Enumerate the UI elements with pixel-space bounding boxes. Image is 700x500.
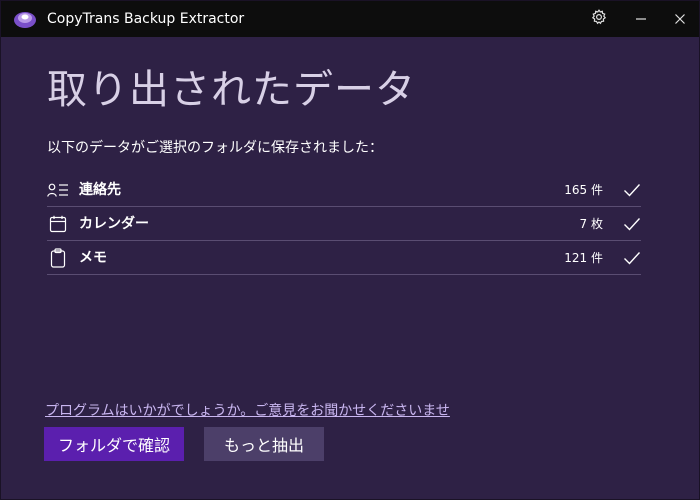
extracted-data-list: 連絡先 165 件 カレンダー 7 枚 メモ 121 件 (47, 173, 641, 275)
check-icon (623, 216, 641, 232)
item-count: 121 件 (564, 251, 603, 265)
extract-more-button[interactable]: もっと抽出 (204, 427, 324, 461)
app-window: CopyTrans Backup Extractor 取り出されたデータ 以下の… (0, 0, 700, 500)
saved-data-subtitle: 以下のデータがご選択のフォルダに保存されました： (47, 140, 383, 156)
check-icon (623, 182, 641, 198)
open-folder-button[interactable]: フォルダで確認 (44, 427, 184, 461)
close-button[interactable] (659, 1, 700, 37)
app-logo-icon (13, 8, 37, 30)
close-icon (674, 10, 686, 29)
item-label: メモ (79, 250, 107, 266)
list-item-notes: メモ 121 件 (47, 241, 641, 275)
list-item-calendar: カレンダー 7 枚 (47, 207, 641, 241)
settings-button[interactable] (578, 1, 620, 37)
page-title: 取り出されたデータ (47, 67, 416, 113)
feedback-link[interactable]: プログラムはいかがでしょうか。ご意見をお聞かせくださいませ (45, 400, 450, 420)
item-label: 連絡先 (79, 182, 121, 198)
gear-icon (591, 9, 607, 29)
item-count: 165 件 (564, 183, 603, 197)
window-title: CopyTrans Backup Extractor (47, 11, 245, 27)
minimize-icon (635, 10, 647, 29)
contacts-icon (47, 180, 69, 200)
titlebar: CopyTrans Backup Extractor (1, 1, 699, 37)
item-count: 7 枚 (579, 217, 603, 231)
minimize-button[interactable] (620, 1, 662, 37)
list-item-contacts: 連絡先 165 件 (47, 173, 641, 207)
item-label: カレンダー (79, 216, 149, 232)
check-icon (623, 250, 641, 266)
clipboard-icon (47, 248, 69, 268)
calendar-icon (47, 214, 69, 234)
